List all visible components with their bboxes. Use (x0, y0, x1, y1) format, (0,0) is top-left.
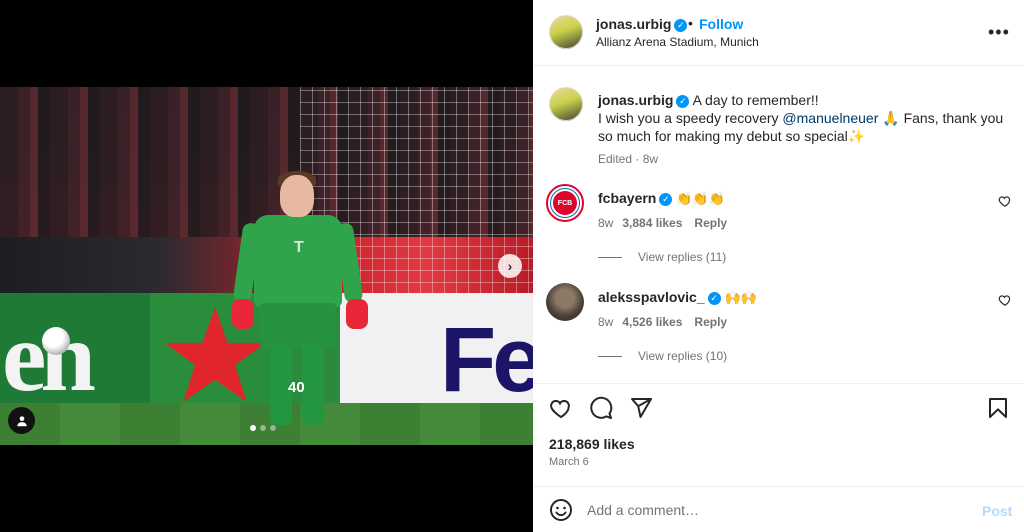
carousel-dot (250, 425, 256, 431)
caption-pre-mention: I wish you a speedy recovery (598, 110, 783, 126)
verified-badge-icon: ✓ (659, 192, 673, 206)
comment-username[interactable]: fcbayern (598, 190, 656, 206)
glove-left (232, 299, 254, 329)
comment-input[interactable] (587, 499, 967, 521)
post-header: jonas.urbig ✓ • Follow Allianz Arena Stad… (533, 0, 1024, 66)
post-comment-button[interactable]: Post (982, 503, 1012, 519)
separator: • (688, 15, 693, 31)
comment-likes[interactable]: 3,884 likes (622, 216, 682, 230)
comment-likes[interactable]: 4,526 likes (622, 315, 682, 329)
verified-badge-icon: ✓ (676, 94, 690, 108)
reply-button[interactable]: Reply (694, 216, 727, 230)
edited-label: Edited · 8w (598, 152, 659, 166)
share-send-icon[interactable] (629, 396, 653, 420)
heart-icon[interactable] (998, 194, 1012, 208)
bookmark-icon[interactable] (986, 396, 1010, 420)
more-options-icon[interactable]: ••• (988, 22, 1010, 43)
carousel-next-button[interactable]: › (498, 254, 522, 278)
view-replies-button[interactable]: View replies (10) (598, 349, 727, 363)
comment-text: 👏👏👏 (676, 191, 725, 206)
comment-age: 8w (598, 216, 614, 230)
post-likes-count[interactable]: 218,869 likes (549, 436, 635, 452)
shirt-logo-icon: T (294, 239, 304, 256)
comment-line: aleksspavlovic_ ✓ 🙌🙌 (598, 289, 757, 306)
ball (42, 327, 70, 355)
author-username[interactable]: jonas.urbig ✓ (596, 16, 688, 32)
post-date[interactable]: March 6 (549, 456, 589, 468)
comment-composer: Post (533, 486, 1024, 532)
media-panel: en Fe T 40 › (0, 0, 533, 532)
mention-link[interactable]: @manuelneuer (782, 110, 878, 126)
tagged-users-button[interactable] (8, 407, 35, 434)
comment-age: 8w (598, 315, 614, 329)
emoji-smile-icon[interactable] (549, 498, 573, 522)
heart-icon[interactable] (998, 293, 1012, 307)
board-text-right: Fe (440, 309, 533, 411)
caption-text: jonas.urbig ✓ A day to remember!! I wish … (598, 91, 1018, 145)
verified-badge-icon: ✓ (674, 18, 688, 32)
glove-right (346, 299, 368, 329)
caption-avatar[interactable] (549, 87, 583, 121)
reply-button[interactable]: Reply (694, 315, 727, 329)
post-modal: en Fe T 40 › jonas.urbig ✓ • Follow Alli… (0, 0, 1024, 532)
caption-line1: A day to remember!! (692, 92, 819, 108)
goalkeeper: T 40 (232, 171, 368, 425)
fcbayern-avatar[interactable]: FCB (546, 184, 584, 222)
comment-bubble-icon[interactable] (589, 396, 613, 420)
action-bar (533, 383, 1024, 433)
carousel-dot (260, 425, 266, 431)
chevron-right-icon: › (507, 258, 513, 274)
carousel-dots (250, 425, 276, 431)
comment-line: fcbayern ✓ 👏👏👏 (598, 190, 725, 207)
verified-badge-icon: ✓ (707, 291, 721, 305)
details-panel: jonas.urbig ✓ • Follow Allianz Arena Stad… (533, 0, 1024, 532)
comment-username[interactable]: aleksspavlovic_ (598, 289, 705, 305)
follow-button[interactable]: Follow (699, 16, 743, 32)
caption-username[interactable]: jonas.urbig ✓ (598, 92, 690, 108)
aleksspavlovic-avatar[interactable] (546, 283, 584, 321)
comment-meta: 8w 4,526 likes Reply (598, 315, 727, 329)
board-text-left: en (2, 301, 96, 412)
fcbayern-logo-icon: FCB (551, 189, 579, 217)
post-photo[interactable]: en Fe T 40 (0, 87, 533, 445)
like-heart-icon[interactable] (549, 396, 573, 420)
location-link[interactable]: Allianz Arena Stadium, Munich (596, 35, 759, 49)
view-replies-button[interactable]: View replies (11) (598, 250, 726, 264)
carousel-dot (270, 425, 276, 431)
comment-text: 🙌🙌 (724, 290, 757, 305)
author-avatar[interactable] (549, 15, 583, 49)
sparkles-emoji: ✨ (847, 128, 866, 144)
user-icon (16, 415, 27, 426)
comment-meta: 8w 3,884 likes Reply (598, 216, 727, 230)
jersey-number: 40 (288, 379, 305, 396)
